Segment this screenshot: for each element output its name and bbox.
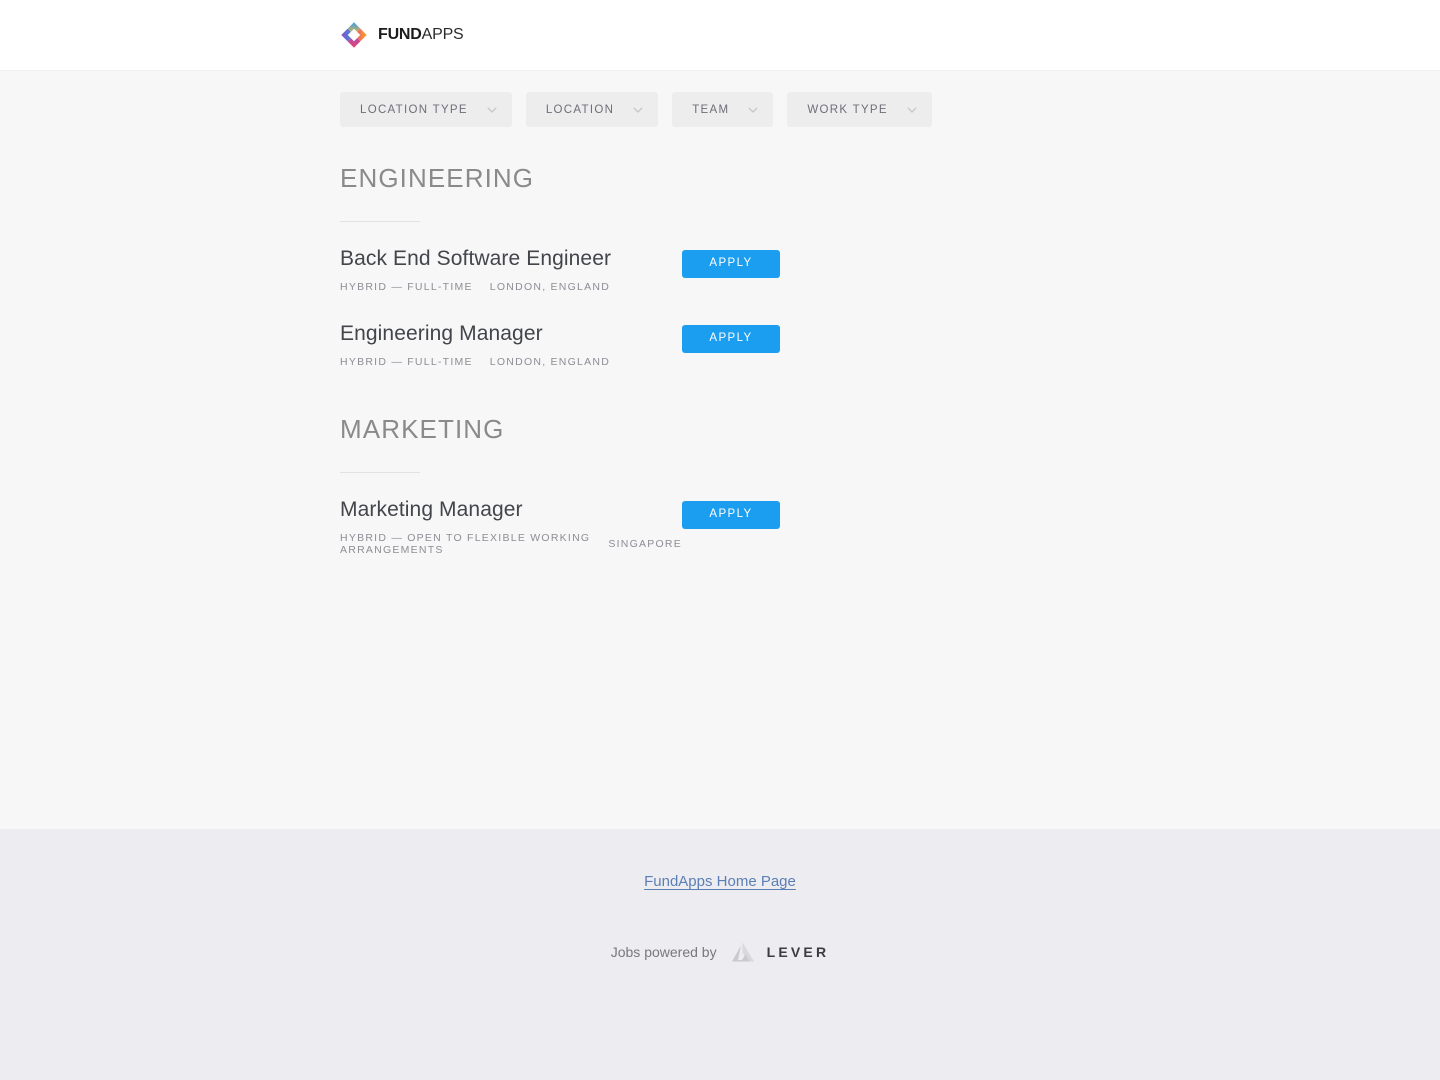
filter-location-type-button[interactable]: LOCATION TYPE: [340, 92, 512, 127]
content-column: LOCATION TYPE LOCATION TEAM WORK TYPE EN…: [0, 71, 932, 566]
filter-team-button[interactable]: TEAM: [672, 92, 774, 127]
posting-details: Back End Software Engineer HYBRID — FULL…: [340, 244, 611, 293]
lever-logo-link[interactable]: LEVER: [730, 941, 830, 963]
powered-by-lever: Jobs powered by LEVER: [0, 941, 1440, 963]
site-footer: FundApps Home Page Jobs powered by LEVER: [0, 829, 1440, 1080]
apply-button[interactable]: APPLY: [682, 249, 780, 278]
chevron-down-icon: [907, 107, 917, 113]
apply-button[interactable]: APPLY: [682, 501, 780, 530]
posting-details: Marketing Manager HYBRID — OPEN TO FLEXI…: [340, 495, 682, 556]
site-header: FUNDAPPS: [0, 0, 1440, 71]
filter-work-type-button[interactable]: WORK TYPE: [787, 92, 932, 127]
fundapps-diamond-logo-icon: [340, 21, 368, 49]
powered-by-label: Jobs powered by: [610, 944, 717, 960]
posting-location: SINGAPORE: [608, 538, 682, 551]
brand-wordmark: FUNDAPPS: [378, 27, 464, 43]
jobs-board-main: LOCATION TYPE LOCATION TEAM WORK TYPE EN…: [0, 71, 1440, 829]
brand-wordmark-light: APPS: [421, 26, 464, 43]
brand-wordmark-bold: FUND: [378, 26, 422, 43]
department-title: MARKETING: [340, 414, 505, 445]
posting-commitment: HYBRID — FULL-TIME: [340, 356, 473, 369]
posting-row[interactable]: Back End Software Engineer HYBRID — FULL…: [340, 228, 780, 303]
posting-row[interactable]: Marketing Manager HYBRID — OPEN TO FLEXI…: [340, 479, 780, 566]
posting-title: Back End Software Engineer: [340, 246, 612, 270]
filter-team-label: TEAM: [692, 103, 730, 116]
lever-wordmark: LEVER: [766, 944, 830, 960]
posting-list: Back End Software Engineer HYBRID — FULL…: [340, 222, 780, 378]
posting-commitment: HYBRID — FULL-TIME: [340, 281, 473, 294]
filter-work-type-label: WORK TYPE: [807, 103, 888, 116]
filter-location-label: LOCATION: [545, 103, 615, 116]
fundapps-home-page-link[interactable]: FundApps Home Page: [644, 873, 796, 890]
posting-location: LONDON, ENGLAND: [489, 281, 611, 294]
brand-logo-link[interactable]: FUNDAPPS: [340, 21, 464, 49]
filter-bar: LOCATION TYPE LOCATION TEAM WORK TYPE: [340, 71, 932, 127]
department-title: ENGINEERING: [340, 163, 535, 193]
lever-chevron-logo-icon: [731, 942, 754, 962]
posting-title: Engineering Manager: [340, 322, 543, 346]
posting-meta: HYBRID — FULL-TIME LONDON, ENGLAND: [340, 281, 611, 293]
posting-meta: HYBRID — FULL-TIME LONDON, ENGLAND: [340, 356, 610, 368]
posting-commitment: HYBRID — OPEN TO FLEXIBLE WORKING ARRANG…: [340, 532, 591, 557]
posting-location: LONDON, ENGLAND: [489, 356, 611, 369]
chevron-down-icon: [748, 107, 758, 113]
chevron-down-icon: [487, 107, 497, 113]
posting-meta: HYBRID — OPEN TO FLEXIBLE WORKING ARRANG…: [340, 532, 682, 556]
filter-location-button[interactable]: LOCATION: [525, 92, 659, 127]
chevron-down-icon: [633, 107, 643, 113]
posting-row[interactable]: Engineering Manager HYBRID — FULL-TIME L…: [340, 303, 780, 378]
posting-title: Marketing Manager: [340, 498, 523, 522]
posting-list: Marketing Manager HYBRID — OPEN TO FLEXI…: [340, 473, 780, 566]
filter-location-type-label: LOCATION TYPE: [360, 103, 468, 116]
department-section-marketing: MARKETING Marketing Manager HYBRID — OPE…: [340, 378, 780, 566]
posting-details: Engineering Manager HYBRID — FULL-TIME L…: [340, 319, 610, 368]
department-section-engineering: ENGINEERING Back End Software Engineer H…: [340, 127, 780, 378]
apply-button[interactable]: APPLY: [682, 325, 780, 354]
